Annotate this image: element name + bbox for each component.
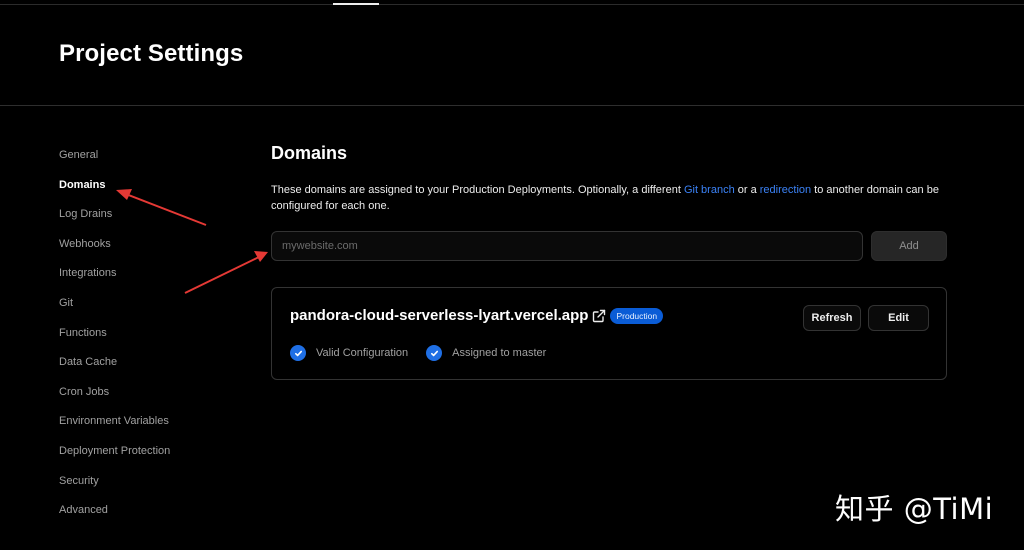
domain-input[interactable] [271, 231, 863, 261]
sidebar-item-integrations[interactable]: Integrations [59, 265, 239, 295]
sidebar-item-general[interactable]: General [59, 147, 239, 177]
status-label: Assigned to master [452, 347, 547, 359]
settings-sidebar: General Domains Log Drains Webhooks Inte… [59, 147, 239, 532]
sidebar-item-log-drains[interactable]: Log Drains [59, 206, 239, 236]
sidebar-item-environment-variables[interactable]: Environment Variables [59, 413, 239, 443]
sidebar-item-advanced[interactable]: Advanced [59, 502, 239, 532]
domain-card: pandora-cloud-serverless-lyart.vercel.ap… [271, 287, 947, 380]
production-badge: Production [610, 307, 664, 324]
add-domain-button[interactable]: Add [871, 231, 947, 261]
page-header: Project Settings [0, 5, 1024, 106]
sidebar-item-git[interactable]: Git [59, 295, 239, 325]
sidebar-item-webhooks[interactable]: Webhooks [59, 236, 239, 266]
sidebar-item-cron-jobs[interactable]: Cron Jobs [59, 384, 239, 414]
status-label: Valid Configuration [316, 347, 409, 359]
status-valid-configuration: Valid Configuration [290, 345, 408, 361]
refresh-button[interactable]: Refresh [803, 305, 861, 331]
git-branch-link[interactable]: Git branch [684, 184, 735, 196]
redirection-link[interactable]: redirection [760, 184, 811, 196]
domain-header-row: pandora-cloud-serverless-lyart.vercel.ap… [290, 307, 664, 324]
external-link-icon[interactable] [592, 309, 606, 323]
sidebar-item-data-cache[interactable]: Data Cache [59, 354, 239, 384]
description-text: These domains are assigned to your Produ… [271, 184, 684, 196]
sidebar-item-domains[interactable]: Domains [59, 177, 239, 207]
section-description: These domains are assigned to your Produ… [271, 182, 947, 214]
domain-status-row: Valid Configuration Assigned to master [290, 345, 564, 361]
zhihu-watermark: 知乎 @TiMi [835, 492, 994, 526]
page-title: Project Settings [59, 40, 244, 67]
sidebar-item-security[interactable]: Security [59, 473, 239, 503]
status-assigned-branch: Assigned to master [426, 345, 546, 361]
domain-name-link[interactable]: pandora-cloud-serverless-lyart.vercel.ap… [290, 307, 588, 324]
check-circle-icon [426, 345, 443, 361]
edit-button[interactable]: Edit [868, 305, 929, 331]
sidebar-item-functions[interactable]: Functions [59, 325, 239, 355]
check-circle-icon [290, 345, 306, 361]
section-title: Domains [271, 143, 348, 163]
sidebar-item-deployment-protection[interactable]: Deployment Protection [59, 443, 239, 473]
description-text: or a [734, 184, 760, 196]
